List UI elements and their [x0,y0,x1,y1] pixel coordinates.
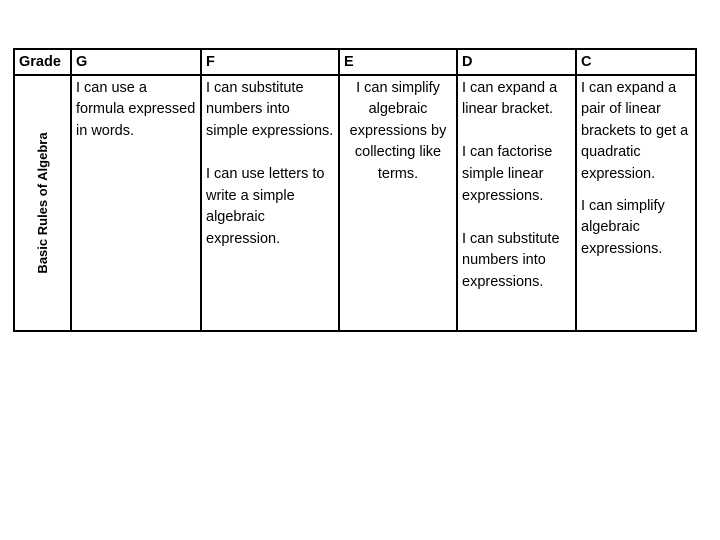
grade-c-header: C [575,48,697,76]
statement: I can factorise simple linear expression… [462,144,553,204]
topic-label: Basic Rules of Algebra [34,132,50,274]
statement: I can substitute numbers into simple exp… [206,79,334,139]
statement: I can expand a linear bracket. [462,79,558,118]
topic-cell: Basic Rules of Algebra [13,73,72,333]
grade-d-header: D [456,48,577,76]
grade-g-cell: I can use a formula expressed in words. [70,73,202,333]
statement: I can substitute numbers into expression… [462,230,560,290]
statement: I can expand a pair of linear brackets t… [581,79,689,182]
grade-f-cell: I can substitute numbers into simple exp… [200,73,340,333]
grade-d-cell: I can expand a linear bracket. I can fac… [456,73,577,333]
grade-c-cell: I can expand a pair of linear brackets t… [575,73,697,333]
header-row: Grade G F E D C [13,48,697,76]
statement: I can use letters to write a simple alge… [206,165,325,247]
table-row: Basic Rules of Algebra I can use a formu… [13,73,697,333]
grade-g-header: G [70,48,202,76]
grade-e-header: E [338,48,458,76]
grade-criteria-table: Grade G F E D C Basic Rules of Algebra I… [13,48,697,333]
grade-e-cell: I can simplify algebraic expressions by … [338,73,458,333]
grade-f-header: F [200,48,340,76]
statement: I can simplify algebraic expressions by … [349,79,447,182]
statement: I can simplify algebraic expressions. [581,197,665,257]
statement: I can use a formula expressed in words. [76,79,196,139]
grade-header: Grade [13,48,72,76]
